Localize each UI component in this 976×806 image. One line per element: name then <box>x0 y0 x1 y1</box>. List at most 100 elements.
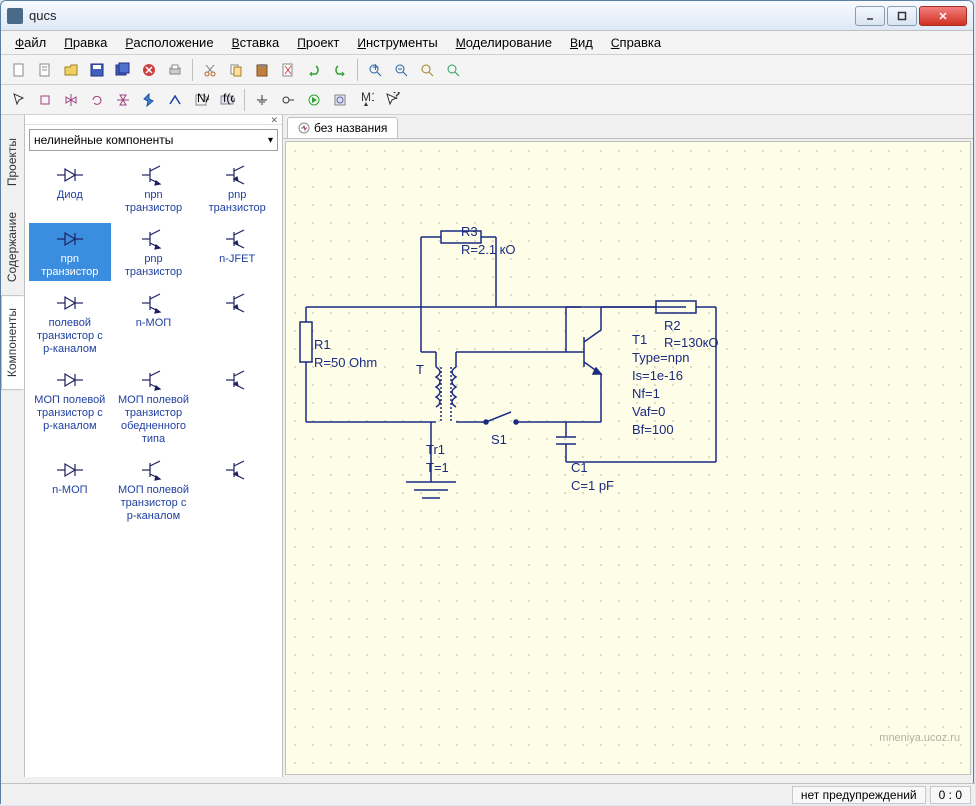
app-icon <box>7 8 23 24</box>
activate-icon[interactable] <box>137 88 161 112</box>
palette-item-2[interactable]: pnp транзистор <box>196 159 278 217</box>
statusbar: нет предупреждений 0 : 0 <box>1 783 974 804</box>
tab-projects[interactable]: Проекты <box>1 125 24 199</box>
redo-icon[interactable] <box>328 58 352 82</box>
mirror-h-icon[interactable] <box>59 88 83 112</box>
doc-tabs: без названия <box>283 115 973 139</box>
t1-p2: Is=1e-16 <box>632 368 683 383</box>
palette-item-12[interactable]: n-МОП <box>29 454 111 525</box>
component-icon[interactable] <box>33 88 57 112</box>
zoom-1-icon[interactable] <box>441 58 465 82</box>
workspace: Проекты Содержание Компоненты ✕ нелинейн… <box>1 115 973 777</box>
data-display-icon[interactable] <box>328 88 352 112</box>
open-icon[interactable] <box>59 58 83 82</box>
component-icon <box>31 366 109 394</box>
delete-icon[interactable] <box>276 58 300 82</box>
copy-icon[interactable] <box>224 58 248 82</box>
menu-simulate[interactable]: Моделирование <box>448 33 560 52</box>
doc-tab-untitled[interactable]: без названия <box>287 117 398 138</box>
palette-item-4[interactable]: pnp транзистор <box>113 223 195 281</box>
close-button[interactable] <box>919 6 967 26</box>
maximize-button[interactable] <box>887 6 917 26</box>
palette-item-1[interactable]: npn транзистор <box>113 159 195 217</box>
cut-icon[interactable] <box>198 58 222 82</box>
app-window: qucs Файл Правка Расположение Вставка Пр… <box>0 0 974 804</box>
palette-item-9[interactable]: МОП полевой транзистор с p-каналом <box>29 364 111 448</box>
zoom-in-icon[interactable]: + <box>363 58 387 82</box>
palette-item-13[interactable]: МОП полевой транзистор с p-каналом <box>113 454 195 525</box>
panel-close-icon[interactable]: ✕ <box>25 115 282 125</box>
zoom-fit-icon[interactable] <box>415 58 439 82</box>
paste-icon[interactable] <box>250 58 274 82</box>
category-combo[interactable]: нелинейные компоненты ▾ <box>29 129 278 151</box>
watermark: mneniya.ucoz.ru <box>879 732 960 744</box>
component-icon <box>115 456 193 484</box>
tab-components[interactable]: Компоненты <box>1 295 24 390</box>
t1-p1: Type=npn <box>632 350 689 365</box>
menu-edit[interactable]: Правка <box>56 33 115 52</box>
menubar: Файл Правка Расположение Вставка Проект … <box>1 31 973 55</box>
menu-insert[interactable]: Вставка <box>224 33 288 52</box>
help-icon[interactable]: ? <box>380 88 404 112</box>
rotate-icon[interactable] <box>85 88 109 112</box>
palette-item-14[interactable] <box>196 454 278 525</box>
menu-tools[interactable]: Инструменты <box>349 33 445 52</box>
palette-item-0[interactable]: Диод <box>29 159 111 217</box>
close-file-icon[interactable] <box>137 58 161 82</box>
palette-item-8[interactable] <box>196 287 278 358</box>
palette-item-5[interactable]: n-JFET <box>196 223 278 281</box>
new-text-icon[interactable] <box>33 58 57 82</box>
undo-icon[interactable] <box>302 58 326 82</box>
print-icon[interactable] <box>163 58 187 82</box>
save-all-icon[interactable] <box>111 58 135 82</box>
window-title: qucs <box>29 8 855 23</box>
component-palette: Диодnpn транзисторpnp транзисторnpn тран… <box>25 155 282 777</box>
t1-p5: Bf=100 <box>632 422 674 437</box>
menu-file[interactable]: Файл <box>7 33 54 52</box>
schematic-canvas[interactable]: R3 R=2.1 кО R1 R=50 Ohm R2 R=130кО T Tr1… <box>285 141 971 775</box>
marker-icon[interactable]: M1 <box>354 88 378 112</box>
palette-item-label: pnp транзистор <box>115 253 193 279</box>
palette-item-7[interactable]: n-МОП <box>113 287 195 358</box>
tab-contents[interactable]: Содержание <box>1 199 24 295</box>
component-icon <box>31 225 109 253</box>
component-icon <box>31 289 109 317</box>
palette-item-11[interactable] <box>196 364 278 448</box>
select-icon[interactable] <box>7 88 31 112</box>
palette-item-10[interactable]: МОП полевой транзистор обедненного типа <box>113 364 195 448</box>
combo-value: нелинейные компоненты <box>34 133 173 147</box>
new-file-icon[interactable] <box>7 58 31 82</box>
menu-position[interactable]: Расположение <box>117 33 221 52</box>
mirror-v-icon[interactable] <box>111 88 135 112</box>
ground-icon[interactable] <box>250 88 274 112</box>
zoom-out-icon[interactable] <box>389 58 413 82</box>
c1-val: C=1 pF <box>571 478 614 493</box>
titlebar: qucs <box>1 1 973 31</box>
palette-item-label: Диод <box>31 189 109 202</box>
wire-icon[interactable] <box>163 88 187 112</box>
sidebar-tabs: Проекты Содержание Компоненты <box>1 115 25 777</box>
palette-item-label: n-МОП <box>31 484 109 497</box>
equation-icon[interactable]: f(ω) <box>215 88 239 112</box>
toolbar-1: + <box>1 55 973 85</box>
minimize-button[interactable] <box>855 6 885 26</box>
save-icon[interactable] <box>85 58 109 82</box>
simulate-icon[interactable] <box>302 88 326 112</box>
svg-text:f(ω): f(ω) <box>223 92 235 105</box>
component-icon <box>198 456 276 484</box>
canvas-area: без названия <box>283 115 973 777</box>
menu-view[interactable]: Вид <box>562 33 601 52</box>
label-icon[interactable]: NAME <box>189 88 213 112</box>
palette-item-6[interactable]: полевой транзистор с p-каналом <box>29 287 111 358</box>
t1-name: T1 <box>632 332 647 347</box>
menu-help[interactable]: Справка <box>603 33 669 52</box>
svg-text:NAME: NAME <box>197 92 209 105</box>
palette-item-label: n-JFET <box>198 253 276 266</box>
palette-item-3[interactable]: npn транзистор <box>29 223 111 281</box>
menu-project[interactable]: Проект <box>289 33 347 52</box>
palette-item-label: npn транзистор <box>31 253 109 279</box>
svg-text:?: ? <box>393 92 400 102</box>
palette-item-label: полевой транзистор с p-каналом <box>31 317 109 356</box>
r1-name: R1 <box>314 337 331 352</box>
port-icon[interactable] <box>276 88 300 112</box>
